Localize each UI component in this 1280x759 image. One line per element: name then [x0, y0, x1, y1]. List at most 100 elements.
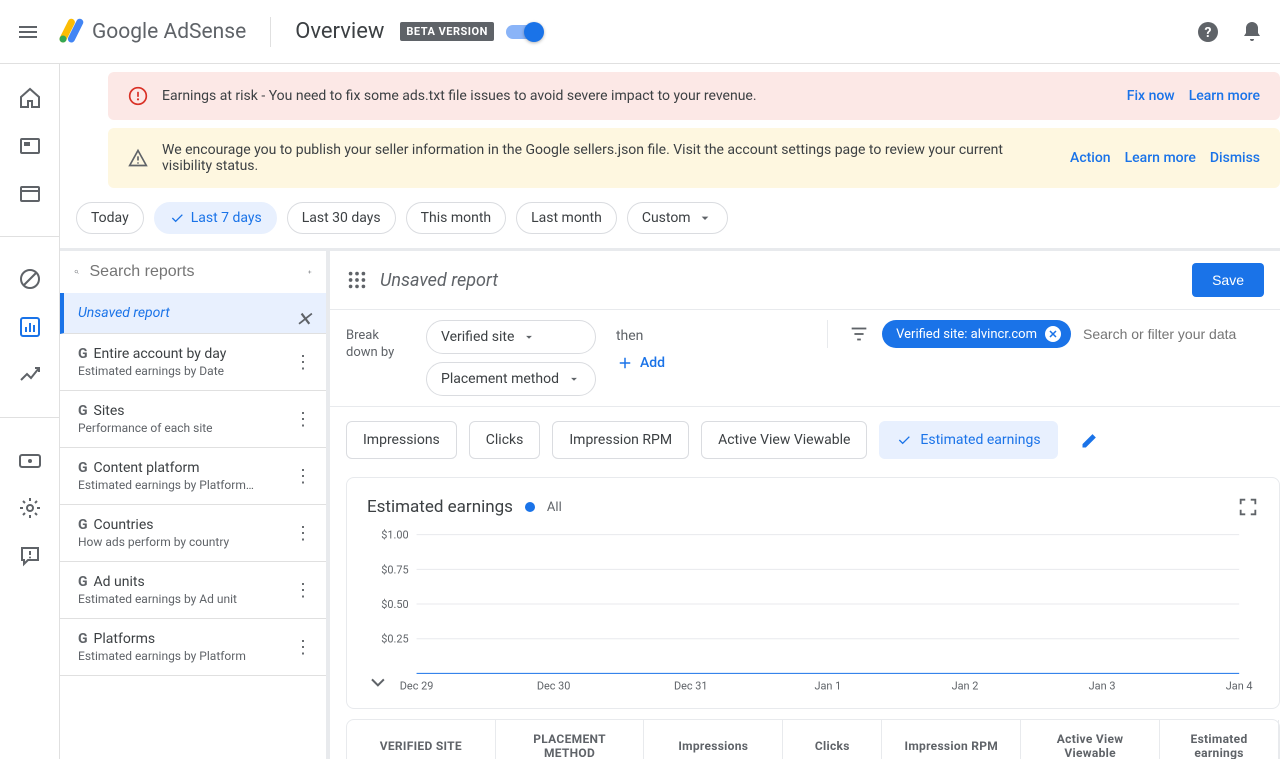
adsense-logo-icon	[56, 18, 84, 46]
app-header: Google AdSense Overview BETA VERSION ?	[0, 0, 1280, 64]
brand[interactable]: Google AdSense	[56, 18, 246, 46]
close-icon[interactable]: ✕	[295, 307, 312, 331]
brand-adsense: AdSense	[158, 20, 246, 44]
svg-text:Dec 31: Dec 31	[674, 679, 708, 692]
report-item[interactable]: G Ad unitsEstimated earnings by Ad unit⋮	[60, 562, 326, 619]
nav-ads-icon[interactable]	[18, 134, 42, 158]
date-range-custom[interactable]: Custom	[627, 202, 728, 234]
report-item[interactable]: G Content platformEstimated earnings by …	[60, 448, 326, 505]
more-icon[interactable]: ⋮	[294, 637, 312, 658]
table-header[interactable]: Clicks	[783, 720, 882, 759]
nav-settings-icon[interactable]	[18, 496, 42, 520]
table-header[interactable]: Impressions	[644, 720, 783, 759]
action-link[interactable]: Action	[1070, 150, 1111, 166]
svg-text:$0.50: $0.50	[381, 598, 408, 611]
learn-more-link[interactable]: Learn more	[1125, 150, 1196, 166]
data-table: VERIFIED SITEPLACEMENT METHODImpressions…	[346, 719, 1280, 759]
fix-now-link[interactable]: Fix now	[1127, 88, 1175, 104]
warning-icon	[128, 148, 148, 168]
metric-clicks[interactable]: Clicks	[469, 421, 541, 459]
table-header[interactable]: VERIFIED SITE	[347, 720, 496, 759]
metric-impressions[interactable]: Impressions	[346, 421, 457, 459]
filter-icon[interactable]	[848, 323, 870, 345]
add-report-icon[interactable]	[307, 261, 313, 283]
page-title: Overview	[295, 19, 384, 44]
svg-text:Jan 2: Jan 2	[952, 679, 979, 692]
brand-google: Google	[92, 20, 158, 44]
date-range-last-30-days[interactable]: Last 30 days	[287, 202, 396, 234]
report-title: Unsaved report	[380, 270, 498, 291]
nav-optimization-icon[interactable]	[18, 363, 42, 387]
nav-home-icon[interactable]	[18, 86, 42, 110]
report-item[interactable]: G SitesPerformance of each site⋮	[60, 391, 326, 448]
breakdown-chip-placement-method[interactable]: Placement method	[426, 362, 596, 396]
legend-dot	[525, 502, 535, 512]
metric-active-view-viewable[interactable]: Active View Viewable	[701, 421, 867, 459]
svg-text:Jan 3: Jan 3	[1089, 679, 1116, 692]
error-icon	[128, 86, 148, 106]
filter-chip-verified-site[interactable]: Verified site: alvincr.com ✕	[882, 320, 1071, 348]
svg-text:Jan 4: Jan 4	[1226, 679, 1253, 692]
svg-text:$1.00: $1.00	[381, 529, 408, 542]
dismiss-link[interactable]: Dismiss	[1210, 150, 1260, 166]
table-header[interactable]: Impression RPM	[882, 720, 1021, 759]
alert-text: Earnings at risk - You need to fix some …	[162, 88, 1113, 104]
chart-area: $1.00$0.75$0.50$0.25Dec 29Dec 30Dec 31Ja…	[367, 524, 1259, 694]
apps-grid-icon[interactable]	[346, 269, 368, 291]
divider	[270, 17, 271, 47]
search-reports-input[interactable]	[90, 263, 297, 281]
report-item[interactable]: G PlatformsEstimated earnings by Platfor…	[60, 619, 326, 676]
table-header[interactable]: PLACEMENT METHOD	[496, 720, 645, 759]
date-range-this-month[interactable]: This month	[406, 202, 506, 234]
more-icon[interactable]: ⋮	[294, 409, 312, 430]
svg-text:Dec 30: Dec 30	[537, 679, 571, 692]
svg-text:$0.75: $0.75	[381, 563, 408, 576]
breakdown-chip-verified-site[interactable]: Verified site	[426, 320, 596, 354]
date-range-today[interactable]: Today	[76, 202, 144, 234]
table-header[interactable]: Active View Viewable	[1021, 720, 1160, 759]
more-icon[interactable]: ⋮	[294, 352, 312, 373]
menu-icon[interactable]	[16, 20, 40, 44]
filter-input[interactable]	[1083, 326, 1264, 342]
left-nav-rail	[0, 64, 60, 759]
add-breakdown-button[interactable]: Add	[616, 354, 665, 372]
learn-more-link[interactable]: Learn more	[1189, 88, 1260, 104]
reports-sidebar: Unsaved report ✕ G Entire account by day…	[60, 251, 330, 759]
report-main: Unsaved report Save Break down by Verifi…	[330, 251, 1280, 759]
beta-badge: BETA VERSION	[400, 22, 493, 41]
nav-feedback-icon[interactable]	[18, 544, 42, 568]
date-range-last-month[interactable]: Last month	[516, 202, 617, 234]
nav-block-icon[interactable]	[18, 267, 42, 291]
svg-text:Jan 1: Jan 1	[814, 679, 841, 692]
remove-filter-icon[interactable]: ✕	[1045, 326, 1061, 342]
date-range-last-7-days[interactable]: Last 7 days	[154, 202, 277, 234]
notifications-icon[interactable]	[1240, 20, 1264, 44]
report-item-unsaved[interactable]: Unsaved report ✕	[60, 293, 326, 334]
report-item[interactable]: G Entire account by dayEstimated earning…	[60, 334, 326, 391]
more-icon[interactable]: ⋮	[294, 466, 312, 487]
more-icon[interactable]: ⋮	[294, 523, 312, 544]
metric-estimated-earnings[interactable]: Estimated earnings	[879, 421, 1057, 459]
expand-icon[interactable]	[1237, 496, 1259, 518]
report-item[interactable]: G CountriesHow ads perform by country⋮	[60, 505, 326, 562]
nav-payments-icon[interactable]	[18, 448, 42, 472]
more-icon[interactable]: ⋮	[294, 580, 312, 601]
beta-toggle[interactable]	[506, 25, 540, 39]
table-header[interactable]: Estimated earnings	[1160, 720, 1279, 759]
help-icon[interactable]: ?	[1196, 20, 1220, 44]
alert-earnings-risk: Earnings at risk - You need to fix some …	[108, 72, 1280, 120]
svg-text:$0.25: $0.25	[381, 633, 408, 646]
date-range-picker: Today Last 7 days Last 30 days This month La…	[60, 188, 1280, 248]
save-button[interactable]: Save	[1192, 263, 1264, 297]
search-icon	[74, 261, 80, 283]
alert-seller-json: We encourage you to publish your seller …	[108, 128, 1280, 188]
breakdown-label: Break down by	[346, 320, 406, 362]
edit-metrics-icon[interactable]	[1080, 430, 1100, 450]
metric-impression-rpm[interactable]: Impression RPM	[552, 421, 689, 459]
nav-reports-icon[interactable]	[18, 315, 42, 339]
chart-title: Estimated earnings	[367, 497, 513, 517]
chart-card: Estimated earnings All $1.00$0.75$0.50$0…	[346, 477, 1280, 709]
nav-sites-icon[interactable]	[18, 182, 42, 206]
alert-text: We encourage you to publish your seller …	[162, 142, 1056, 174]
report-label: Unsaved report	[78, 305, 170, 321]
